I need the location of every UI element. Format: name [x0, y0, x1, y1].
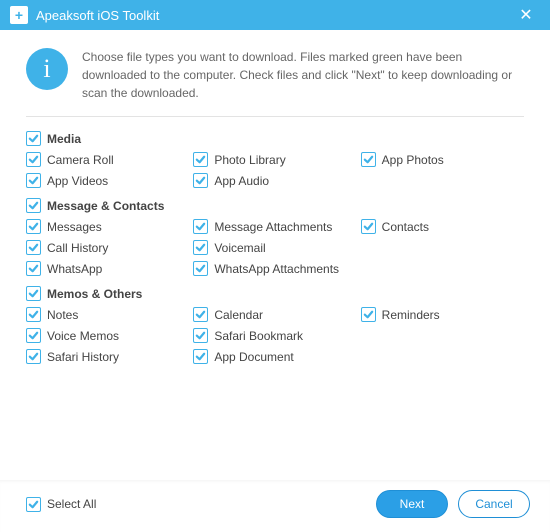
file-type-label: Contacts	[382, 220, 429, 234]
checkbox-icon	[361, 219, 376, 234]
next-button[interactable]: Next	[376, 490, 448, 518]
file-type-checkbox[interactable]: WhatsApp	[26, 261, 189, 276]
footer: Select All Next Cancel	[0, 480, 550, 532]
group-header-label: Memos & Others	[47, 287, 142, 301]
info-banner: i Choose file types you want to download…	[26, 48, 524, 117]
checkbox-icon	[193, 152, 208, 167]
checkbox-icon	[26, 219, 41, 234]
file-type-label: Messages	[47, 220, 102, 234]
file-type-checkbox[interactable]: Voice Memos	[26, 328, 189, 343]
checkbox-icon	[193, 219, 208, 234]
checkbox-icon	[26, 349, 41, 364]
checkbox-icon	[26, 307, 41, 322]
file-type-label: Photo Library	[214, 153, 285, 167]
group-header-checkbox[interactable]: Media	[26, 131, 524, 146]
group-items: Camera Roll Photo Library App Photos App Vi…	[26, 152, 524, 188]
app-title: Apeaksoft iOS Toolkit	[36, 8, 512, 23]
checkbox-icon	[193, 307, 208, 322]
checkbox-icon	[361, 152, 376, 167]
file-type-checkbox[interactable]: App Document	[193, 349, 356, 364]
group: Media Camera Roll Photo Library App Photos A…	[26, 131, 524, 188]
file-type-label: App Videos	[47, 174, 108, 188]
checkbox-icon	[361, 307, 376, 322]
file-type-label: Voice Memos	[47, 329, 119, 343]
file-type-checkbox[interactable]: Photo Library	[193, 152, 356, 167]
select-all-label: Select All	[47, 497, 96, 511]
empty-cell	[361, 240, 524, 255]
checkbox-icon	[26, 173, 41, 188]
file-type-label: Calendar	[214, 308, 263, 322]
file-type-label: Safari Bookmark	[214, 329, 303, 343]
file-type-checkbox[interactable]: Notes	[26, 307, 189, 322]
file-type-label: Message Attachments	[214, 220, 332, 234]
file-type-checkbox[interactable]: Reminders	[361, 307, 524, 322]
file-type-checkbox[interactable]: Call History	[26, 240, 189, 255]
checkbox-icon	[193, 349, 208, 364]
close-icon[interactable]: ✕	[512, 4, 540, 26]
file-type-checkbox[interactable]: Calendar	[193, 307, 356, 322]
info-icon: i	[26, 48, 68, 90]
file-type-label: Reminders	[382, 308, 440, 322]
file-type-label: WhatsApp Attachments	[214, 262, 339, 276]
file-type-label: App Audio	[214, 174, 269, 188]
checkbox-icon	[193, 173, 208, 188]
file-type-label: Voicemail	[214, 241, 265, 255]
file-type-checkbox[interactable]: App Videos	[26, 173, 189, 188]
file-type-label: Call History	[47, 241, 108, 255]
file-type-checkbox[interactable]: Camera Roll	[26, 152, 189, 167]
file-type-checkbox[interactable]: Messages	[26, 219, 189, 234]
group: Message & Contacts Messages Message Attach…	[26, 198, 524, 276]
file-type-label: App Document	[214, 350, 293, 364]
file-type-checkbox[interactable]: App Photos	[361, 152, 524, 167]
select-all-checkbox[interactable]: Select All	[26, 497, 96, 512]
checkbox-icon	[193, 328, 208, 343]
app-icon: +	[10, 6, 28, 24]
file-type-checkbox[interactable]: Voicemail	[193, 240, 356, 255]
app-window: + Apeaksoft iOS Toolkit ✕ i Choose file …	[0, 0, 550, 532]
info-text: Choose file types you want to download. …	[82, 48, 524, 102]
cancel-button[interactable]: Cancel	[458, 490, 530, 518]
group-header-label: Media	[47, 132, 81, 146]
file-type-label: Safari History	[47, 350, 119, 364]
titlebar: + Apeaksoft iOS Toolkit ✕	[0, 0, 550, 30]
file-type-label: WhatsApp	[47, 262, 102, 276]
checkbox-icon	[26, 198, 41, 213]
group-header-checkbox[interactable]: Memos & Others	[26, 286, 524, 301]
group-header-label: Message & Contacts	[47, 199, 164, 213]
checkbox-icon	[26, 286, 41, 301]
checkbox-icon	[193, 261, 208, 276]
file-type-checkbox[interactable]: Contacts	[361, 219, 524, 234]
group-header-checkbox[interactable]: Message & Contacts	[26, 198, 524, 213]
content-area: i Choose file types you want to download…	[0, 30, 550, 480]
empty-cell	[361, 328, 524, 343]
file-type-checkbox[interactable]: Message Attachments	[193, 219, 356, 234]
checkbox-icon	[26, 497, 41, 512]
checkbox-icon	[26, 261, 41, 276]
checkbox-icon	[193, 240, 208, 255]
file-type-groups: Media Camera Roll Photo Library App Photos A…	[26, 117, 524, 480]
file-type-label: Camera Roll	[47, 153, 114, 167]
group-items: Notes Calendar Reminders Voice Memos Safari …	[26, 307, 524, 364]
file-type-checkbox[interactable]: Safari History	[26, 349, 189, 364]
group: Memos & Others Notes Calendar Reminders Voic…	[26, 286, 524, 364]
checkbox-icon	[26, 131, 41, 146]
file-type-checkbox[interactable]: App Audio	[193, 173, 356, 188]
checkbox-icon	[26, 152, 41, 167]
file-type-label: App Photos	[382, 153, 444, 167]
checkbox-icon	[26, 328, 41, 343]
file-type-checkbox[interactable]: Safari Bookmark	[193, 328, 356, 343]
file-type-checkbox[interactable]: WhatsApp Attachments	[193, 261, 356, 276]
checkbox-icon	[26, 240, 41, 255]
file-type-label: Notes	[47, 308, 78, 322]
group-items: Messages Message Attachments Contacts Call …	[26, 219, 524, 276]
